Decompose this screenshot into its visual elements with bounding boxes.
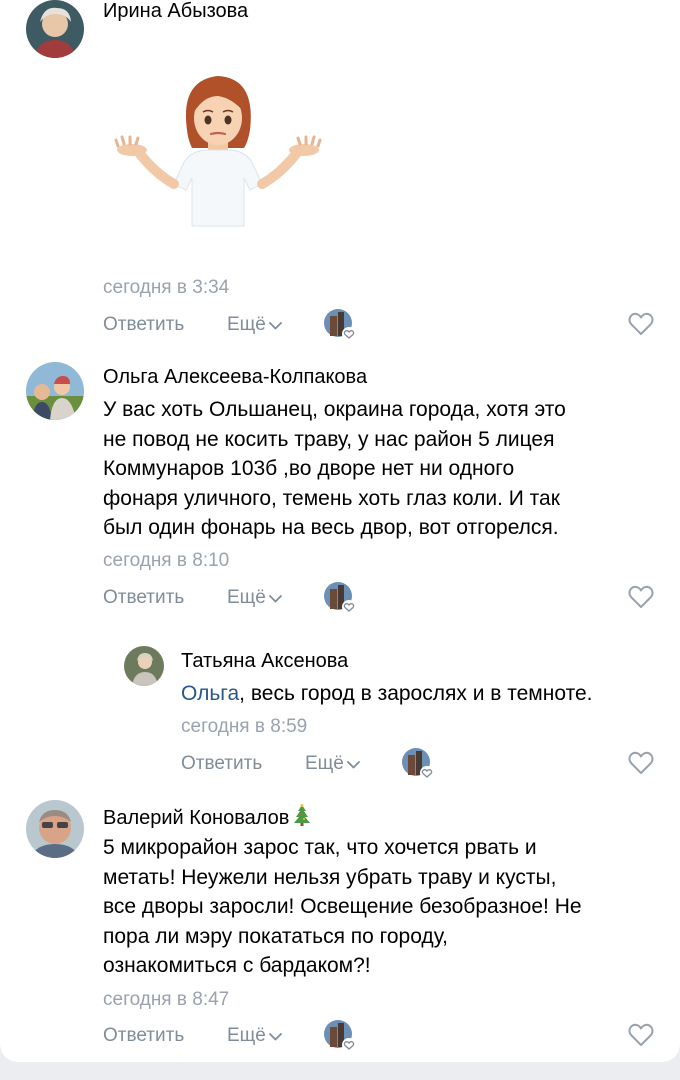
reply-button[interactable]: Ответить (181, 753, 262, 775)
comment-text: Ольга, весь город в зарослях и в темноте… (181, 679, 592, 709)
reply-button[interactable]: Ответить (103, 587, 184, 609)
comment-text-line: метать! Неужели нельзя убрать траву и ку… (103, 865, 557, 889)
shrug-sticker (110, 70, 325, 230)
comment-author[interactable]: Ольга Алексеева-Колпакова (103, 366, 367, 389)
more-button[interactable]: Ещё (227, 1025, 282, 1047)
heart-icon[interactable] (628, 312, 654, 336)
comment-time: сегодня в 8:59 (181, 716, 308, 737)
comment-text-line: все дворы заросли! Освещение безобразное… (103, 895, 582, 918)
avatar-tatyana[interactable] (124, 646, 164, 686)
more-label: Ещё (227, 587, 266, 609)
comment-text-line: Коммунаров 103б ,во дворе нет ни одного (103, 457, 515, 480)
comment-text-line: ознакомиться с бардаком?! (103, 954, 371, 977)
more-button[interactable]: Ещё (305, 753, 360, 775)
avatar-irina[interactable] (26, 0, 84, 58)
heart-icon[interactable] (628, 751, 654, 775)
chevron-down-icon (268, 314, 282, 336)
mention-link[interactable]: Ольга (181, 682, 239, 705)
comments-card: Ирина Абызова сегодня в 3:34 Ответить Ещ… (0, 0, 680, 1062)
more-label: Ещё (227, 1025, 266, 1047)
comment-author[interactable]: Татьяна Аксенова (181, 650, 348, 673)
comment-text-line: был один фонарь на весь двор, вот отгоре… (103, 516, 559, 539)
comment-text-line: фонаря уличного, темень хоть глаз коли. … (103, 486, 560, 510)
chevron-down-icon (268, 1025, 282, 1047)
avatar-valery[interactable] (26, 800, 84, 858)
comment-text-line: не повод не косить траву, у нас район 5 … (103, 427, 555, 451)
chevron-down-icon (268, 587, 282, 609)
comment-text-line: 5 микрорайон зарос так, что хочется рват… (103, 836, 537, 859)
reply-button[interactable]: Ответить (103, 314, 184, 336)
more-label: Ещё (305, 753, 344, 775)
comment-author[interactable]: Ирина Абызова (103, 0, 248, 23)
reply-button[interactable]: Ответить (103, 1025, 184, 1047)
more-button[interactable]: Ещё (227, 587, 282, 609)
comment-text-body: , весь город в зарослях и в темноте. (239, 682, 593, 705)
liker-avatar-icon[interactable] (323, 581, 357, 615)
comment-text-line: У вас хоть Ольшанец, окраина города, хот… (103, 398, 566, 421)
heart-icon[interactable] (628, 1023, 654, 1047)
christmas-tree-icon (293, 804, 311, 826)
liker-avatar-icon[interactable] (323, 1019, 357, 1053)
chevron-down-icon (346, 753, 360, 775)
comment-time: сегодня в 8:47 (103, 989, 230, 1010)
author-name[interactable]: Валерий Коновалов (103, 807, 289, 829)
avatar-olga[interactable] (26, 362, 84, 420)
more-button[interactable]: Ещё (227, 314, 282, 336)
more-label: Ещё (227, 314, 266, 336)
comment-author[interactable]: Валерий Коновалов (103, 804, 311, 830)
comment-time: сегодня в 3:34 (103, 277, 230, 298)
liker-avatar-icon[interactable] (401, 747, 435, 781)
comment-time: сегодня в 8:10 (103, 550, 230, 571)
heart-icon[interactable] (628, 585, 654, 609)
comment-text-line: пора ли мэру покататься по городу, (103, 924, 448, 948)
liker-avatar-icon[interactable] (323, 308, 357, 342)
